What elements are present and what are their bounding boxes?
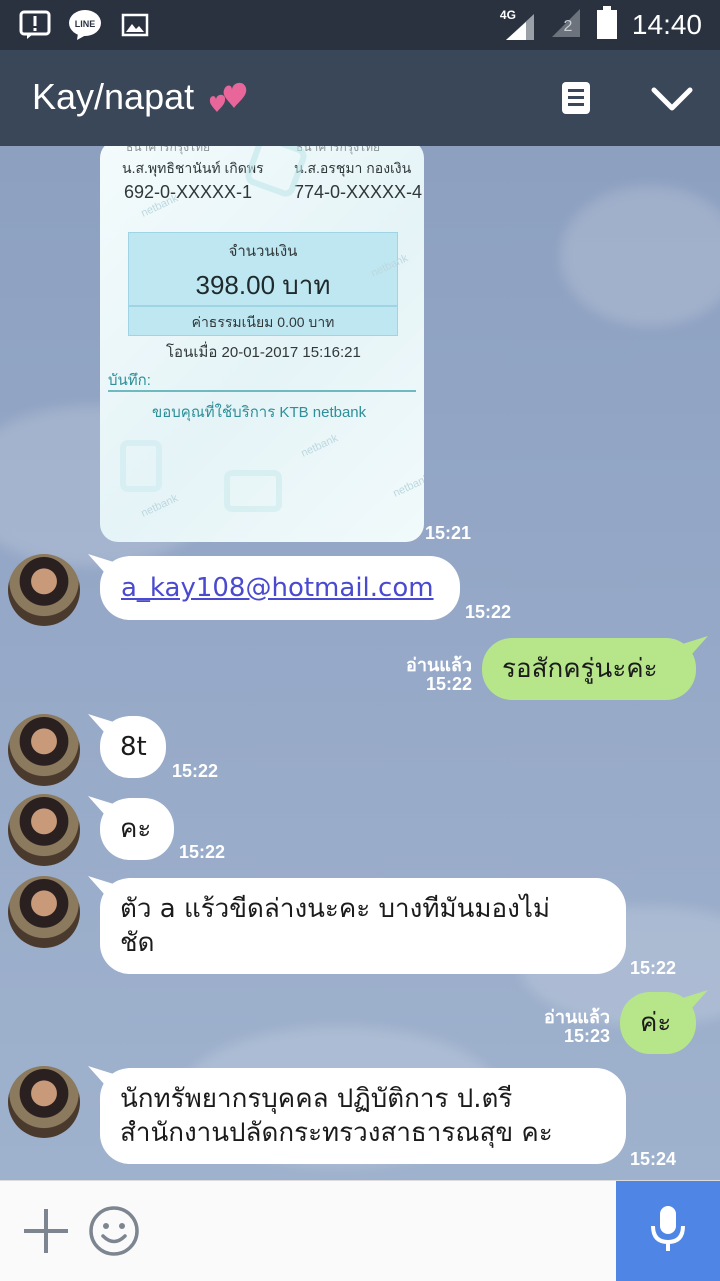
- two-hearts-icon: [206, 78, 252, 118]
- incoming-message[interactable]: ตัว a แร้วขีดล่างนะคะ บางทีมันมองไม่ ชัด: [88, 876, 626, 974]
- outgoing-message[interactable]: ค่ะ: [620, 990, 708, 1054]
- background-cloud: [560, 186, 720, 326]
- slip-amount-box: จำนวนเงิน 398.00 บาท: [128, 232, 398, 306]
- message-text: รอสักครู่นะค่ะ: [502, 654, 658, 684]
- incoming-message[interactable]: คะ: [88, 796, 174, 860]
- slip-watermark: netbank: [391, 472, 424, 500]
- slip-fee: ค่าธรรมเนียม 0.00 บาท: [191, 314, 335, 330]
- message-time: 15:22: [179, 842, 226, 862]
- chat-header: Kay/napat: [0, 50, 720, 146]
- message-text: คะ: [120, 814, 152, 844]
- message-time: 15:24: [630, 1149, 677, 1169]
- message-text-line: ตัว a แร้วขีดล่างนะคะ บางทีมันมองไม่: [120, 894, 551, 924]
- emoji-icon[interactable]: [88, 1205, 140, 1257]
- contact-avatar[interactable]: [8, 554, 80, 626]
- slip-receiver-name: น.ส.อรชุมา กองเงิน: [294, 160, 412, 176]
- contact-avatar[interactable]: [8, 1066, 80, 1138]
- slip-amount: 398.00 บาท: [195, 270, 331, 300]
- bubble-tail: [680, 636, 708, 658]
- message-text-line: นักทรัพยากรบุคคล ปฏิบัติการ ป.ตรี: [120, 1084, 513, 1114]
- svg-text:2: 2: [563, 18, 572, 35]
- incoming-message[interactable]: a_kay108@hotmail.com: [88, 554, 460, 620]
- voice-message-button[interactable]: [616, 1181, 720, 1281]
- message-text: ค่ะ: [640, 1008, 672, 1038]
- slip-receiver-account: 774-0-XXXXX-4: [294, 182, 423, 202]
- battery-icon: [596, 6, 618, 44]
- slip-amount-label: จำนวนเงิน: [228, 243, 298, 260]
- message-text: 8t: [120, 732, 147, 762]
- slip-thanks: ขอบคุณที่ใช้บริการ KTB netbank: [152, 404, 367, 421]
- contact-avatar[interactable]: [8, 714, 80, 786]
- message-time: 15:22: [630, 958, 677, 978]
- message-time: 15:22: [465, 602, 512, 622]
- notes-icon[interactable]: [560, 80, 594, 120]
- slip-sender-account: 692-0-XXXXX-1: [124, 182, 253, 202]
- plus-icon[interactable]: [20, 1205, 72, 1257]
- chat-area[interactable]: ธนาคารกรุงไทย ธนาคารกรุงไทย น.ส.พุทธิชาน…: [0, 146, 720, 1180]
- line-app-icon: LINE: [68, 9, 102, 41]
- status-bar: LINE 4G 2 14:40: [0, 0, 720, 50]
- slip-watermark: netbank: [139, 492, 180, 520]
- alert-icon: [18, 9, 52, 41]
- bubble-tail: [88, 876, 116, 898]
- sim-icon: 2: [550, 7, 582, 43]
- bubble-tail: [88, 714, 116, 736]
- chat-title: Kay/napat: [32, 76, 195, 117]
- slip-memo-line: [108, 390, 416, 392]
- chevron-down-icon[interactable]: [650, 84, 694, 118]
- slip-logo-mark: [224, 470, 282, 512]
- message-text-line: สำนักงานปลัดกระทรวงสาธารณสุข คะ: [120, 1118, 553, 1148]
- slip-sender-bank: ธนาคารกรุงไทย: [126, 146, 211, 154]
- slip-watermark: netbank: [299, 432, 340, 460]
- slip-logo-mark: [120, 440, 162, 492]
- input-bar: [0, 1180, 720, 1281]
- bubble-tail: [88, 1066, 116, 1088]
- image-icon: [118, 9, 152, 41]
- message-time: 15:21: [425, 523, 472, 543]
- message-time: 15:22: [172, 761, 219, 781]
- message-time: 15:22: [425, 674, 472, 694]
- incoming-message[interactable]: นักทรัพยากรบุคคล ปฏิบัติการ ป.ตรี สำนักง…: [88, 1066, 626, 1164]
- transfer-slip-image[interactable]: ธนาคารกรุงไทย ธนาคารกรุงไทย น.ส.พุทธิชาน…: [100, 146, 424, 542]
- svg-text:LINE: LINE: [75, 19, 96, 29]
- slip-receiver-bank: ธนาคารกรุงไทย: [296, 146, 381, 154]
- contact-avatar[interactable]: [8, 876, 80, 948]
- email-link[interactable]: a_kay108@hotmail.com: [121, 571, 434, 605]
- slip-datetime: โอนเมื่อ 20-01-2017 15:16:21: [166, 344, 361, 361]
- clock: 14:40: [631, 9, 702, 40]
- message-text-line: ชัด: [120, 928, 155, 958]
- contact-avatar[interactable]: [8, 794, 80, 866]
- outgoing-message[interactable]: รอสักครู่นะค่ะ: [482, 636, 708, 700]
- mic-icon: [648, 1204, 688, 1258]
- incoming-message[interactable]: 8t: [88, 714, 166, 778]
- message-time: 15:23: [563, 1026, 610, 1046]
- bubble-tail: [88, 796, 116, 818]
- slip-sender-name: น.ส.พุทธิชานันท์ เกิดพร: [122, 160, 264, 176]
- slip-fee-box: ค่าธรรมเนียม 0.00 บาท: [128, 306, 398, 336]
- signal-icon: 4G: [500, 8, 536, 42]
- slip-memo-label: บันทึก:: [108, 372, 151, 389]
